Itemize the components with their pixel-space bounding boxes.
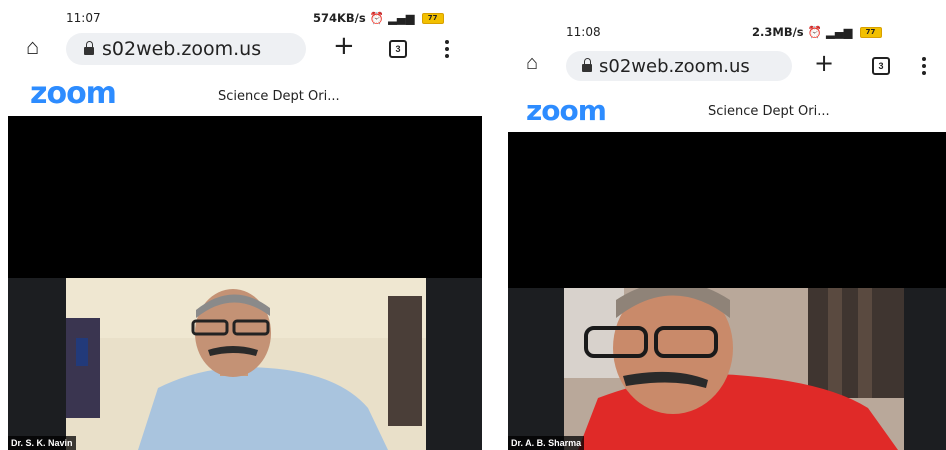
url-text: s02web.zoom.us [599,56,750,77]
browser-toolbar: ⌂ s02web.zoom.us + 3 [8,30,482,68]
tab-switcher-button[interactable]: 3 [872,57,890,75]
zoom-header: zoom Science Dept Ori... [508,86,946,132]
meeting-title: Science Dept Ori... [708,104,830,119]
battery-icon: 77 [859,27,882,38]
video-tile-wrapper: Dr. S. K. Navin [8,278,482,450]
address-bar[interactable]: s02web.zoom.us [566,51,792,81]
participant-name-label: Dr. A. B. Sharma [508,436,585,450]
zoom-header: zoom Science Dept Ori... [8,70,482,116]
lock-icon [582,58,592,72]
menu-icon[interactable] [445,40,449,61]
meeting-canvas: Dr. S. K. Navin [8,116,482,450]
menu-icon[interactable] [922,57,926,78]
home-icon[interactable]: ⌂ [526,52,538,75]
battery-icon: 77 [421,13,444,24]
meeting-title: Science Dept Ori... [218,89,340,104]
network-speed: 574KB/s [313,11,366,25]
new-tab-icon[interactable]: + [814,49,834,77]
status-bar: 11:08 2.3MB/s ⏰ ▂▄▆ 77 [508,14,946,44]
zoom-screen-right: 11:08 2.3MB/s ⏰ ▂▄▆ 77 ⌂ s02web.zoom.us … [508,14,946,450]
home-icon[interactable]: ⌂ [26,34,39,60]
clock: 11:08 [566,25,601,39]
participant-video [66,278,426,450]
lock-icon [84,41,94,55]
zoom-screen-left: 11:07 574KB/s ⏰ ▂▄▆ 77 ⌂ s02web.zoom.us … [8,0,482,450]
participant-name-label: Dr. S. K. Navin [8,436,76,450]
zoom-logo: zoom [526,94,607,127]
meeting-canvas: Dr. A. B. Sharma [508,132,946,450]
signal-icon: ⏰ ▂▄▆ [369,11,415,25]
browser-toolbar: ⌂ s02web.zoom.us + 3 [508,48,946,84]
zoom-logo: zoom [30,76,117,111]
clock: 11:07 [66,11,101,25]
status-indicators: 2.3MB/s ⏰ ▂▄▆ 77 [752,25,882,39]
signal-icon: ⏰ ▂▄▆ [807,25,853,39]
new-tab-icon[interactable]: + [333,31,355,61]
tab-switcher-button[interactable]: 3 [389,40,407,58]
network-speed: 2.3MB/s [752,25,804,39]
status-bar: 11:07 574KB/s ⏰ ▂▄▆ 77 [8,0,482,30]
status-indicators: 574KB/s ⏰ ▂▄▆ 77 [313,11,444,25]
video-tile-wrapper: Dr. A. B. Sharma [508,288,946,450]
participant-video [564,288,904,450]
url-text: s02web.zoom.us [102,38,262,60]
address-bar[interactable]: s02web.zoom.us [66,33,306,65]
